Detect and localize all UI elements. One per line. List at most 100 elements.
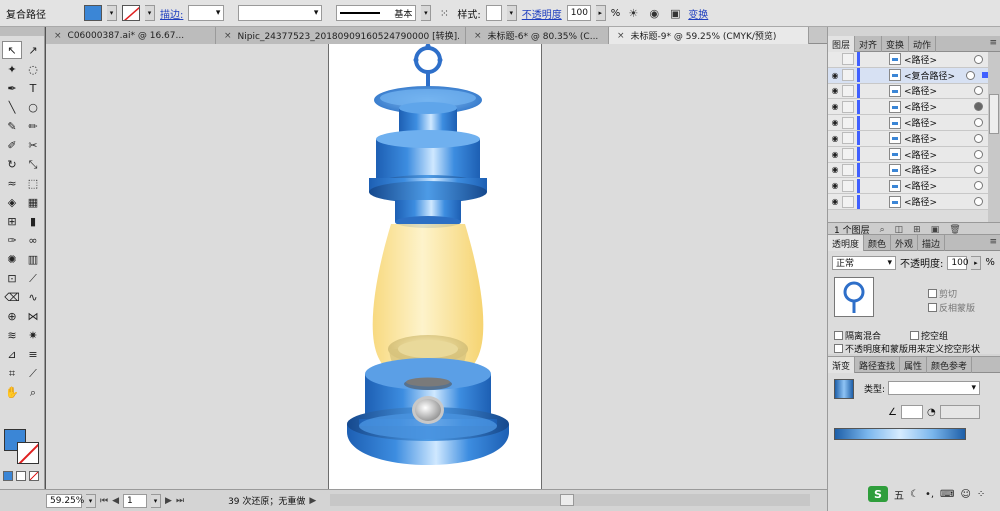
canvas-area[interactable] [46, 44, 827, 490]
chart-tool-icon[interactable]: ≡ [24, 346, 42, 362]
close-tab-icon[interactable]: × [617, 31, 625, 41]
blend-tool-icon[interactable]: ∞ [24, 232, 42, 248]
tab-stroke[interactable]: 描边 [918, 235, 946, 251]
warp-tool-icon[interactable]: ≈ [3, 175, 21, 191]
style-dropdown[interactable]: ▾ [506, 5, 517, 21]
document-setup-icon[interactable]: ☀ [625, 5, 641, 21]
layer-name[interactable]: <路径> [904, 148, 974, 161]
lock-toggle[interactable] [842, 148, 854, 161]
gradient-swatch[interactable] [834, 379, 854, 399]
fill-dropdown[interactable]: ▾ [107, 5, 117, 21]
mask-thumbnail[interactable] [834, 277, 874, 317]
tab-appearance[interactable]: 外观 [891, 235, 919, 251]
target-indicator-icon[interactable] [974, 86, 983, 96]
stroke-link[interactable]: 描边: [160, 6, 183, 21]
lock-toggle[interactable] [842, 84, 854, 97]
opacity-dropdown[interactable]: ▸ [595, 5, 606, 21]
tab-color-guide[interactable]: 颜色参考 [927, 357, 973, 373]
tab-align[interactable]: 对齐 [855, 36, 883, 52]
line-tool-icon[interactable]: ╲ [3, 99, 21, 115]
stroke-none-swatch[interactable] [122, 5, 140, 21]
layer-name[interactable]: <路径> [904, 100, 974, 113]
tab-transform[interactable]: 变换 [882, 36, 910, 52]
panel-menu-icon[interactable]: ≡ [989, 38, 997, 48]
target-indicator-icon[interactable] [974, 181, 983, 191]
new-sublayer-icon[interactable]: ⊞ [913, 225, 921, 235]
grid-icon[interactable]: ⁘ [977, 489, 985, 500]
column-graph-tool-icon[interactable]: ▥ [24, 251, 42, 267]
lantern-knob[interactable] [415, 399, 441, 421]
last-artboard-icon[interactable]: ⏭ [176, 496, 184, 506]
color-mode-icon[interactable] [3, 471, 13, 481]
keyboard-icon[interactable]: ⌨ [940, 489, 954, 500]
variable-width-profile[interactable]: ▾ [238, 5, 323, 21]
symbol-sprayer-tool-icon[interactable]: ✺ [3, 251, 21, 267]
layers-scroll-thumb[interactable] [989, 94, 999, 134]
gradient-mode-icon[interactable] [16, 471, 26, 481]
visibility-eye-icon[interactable]: ◉ [828, 86, 842, 95]
width-tool-icon[interactable]: ⋈ [24, 308, 42, 324]
shape-builder-tool-icon[interactable]: ◈ [3, 194, 21, 210]
eraser-tool-icon[interactable]: ⌫ [3, 289, 21, 305]
panel-menu-icon[interactable]: ≡ [989, 237, 997, 247]
none-mode-icon[interactable] [29, 471, 39, 481]
status-menu-icon[interactable]: ▶ [309, 496, 316, 506]
document-tab[interactable]: × Nipic_24377523_20180909160524790000 [转换… [216, 27, 466, 44]
moon-icon[interactable]: ☾ [910, 489, 919, 500]
layer-row[interactable]: ◉ <路径> [828, 178, 988, 195]
new-layer-icon[interactable]: ▣ [931, 225, 940, 235]
lasso-tool-icon[interactable]: ◌ [24, 61, 42, 77]
angle-field[interactable] [900, 405, 923, 419]
stroke-weight-field[interactable]: ▾ [188, 5, 225, 21]
blob-brush-tool-icon[interactable]: ✐ [3, 137, 21, 153]
tab-color[interactable]: 颜色 [864, 235, 892, 251]
tab-layers[interactable]: 图层 [828, 36, 856, 52]
scissors-tool-icon[interactable]: ✂ [24, 137, 42, 153]
layers-scrollbar[interactable] [988, 52, 1000, 222]
perspective-grid-tool-icon[interactable]: ▦ [24, 194, 42, 210]
locate-object-icon[interactable]: ⌕ [880, 225, 885, 235]
tab-actions[interactable]: 动作 [909, 36, 937, 52]
user-icon[interactable]: ☺ [960, 489, 970, 500]
ellipse-tool-icon[interactable]: ○ [24, 99, 42, 115]
puppet-warp-tool-icon[interactable]: ⊕ [3, 308, 21, 324]
layer-name[interactable]: <复合路径> [904, 69, 966, 82]
artboard-field[interactable]: 1 [123, 493, 148, 508]
lock-toggle[interactable] [842, 116, 854, 129]
document-tab[interactable]: × 未标题-6* @ 80.35% (C... [466, 27, 609, 44]
tab-transparency[interactable]: 透明度 [828, 235, 865, 251]
layer-name[interactable]: <路径> [904, 195, 974, 208]
layer-name[interactable]: <路径> [904, 116, 974, 129]
document-tab[interactable]: × C06000387.ai* @ 16.67... [46, 27, 216, 44]
visibility-eye-icon[interactable]: ◉ [828, 71, 842, 80]
selection-tool-icon[interactable]: ↖ [2, 41, 22, 59]
first-artboard-icon[interactable]: ⏮ [100, 496, 108, 506]
target-indicator-icon[interactable] [974, 118, 983, 128]
rotate-tool-icon[interactable]: ↻ [3, 156, 21, 172]
lock-toggle[interactable] [842, 132, 854, 145]
delete-layer-icon[interactable]: 🗑 [949, 225, 960, 235]
opacity-slider-button[interactable]: ▸ [971, 255, 982, 270]
tools-panel-header[interactable] [0, 27, 44, 36]
zoom-tool-icon[interactable]: ⌕ [24, 384, 42, 400]
visibility-eye-icon[interactable]: ◉ [828, 118, 842, 127]
layer-row[interactable]: ◉ <路径> [828, 130, 988, 147]
zoom-field[interactable]: 59.25% [46, 493, 84, 508]
type-tool-icon[interactable]: T [24, 80, 42, 96]
crop-tool-icon[interactable]: ⌗ [3, 365, 21, 381]
clip-checkbox[interactable]: 剪切 [928, 287, 957, 300]
visibility-eye-icon[interactable]: ◉ [828, 134, 842, 143]
lock-toggle[interactable] [842, 195, 854, 208]
lantern-artwork[interactable] [329, 44, 543, 490]
ime-logo-icon[interactable]: S [868, 486, 888, 502]
horizontal-scrollbar[interactable] [330, 494, 810, 506]
recolor-icon[interactable]: ⁙ [436, 5, 452, 21]
invert-mask-checkbox[interactable]: 反相蒙版 [928, 301, 975, 314]
target-indicator-icon[interactable] [966, 70, 975, 80]
align-icon[interactable]: ▣ [667, 5, 683, 21]
prev-artboard-icon[interactable]: ◀ [112, 496, 119, 506]
visibility-eye-icon[interactable]: ◉ [828, 102, 842, 111]
ime-mode-label[interactable]: 五 [894, 487, 904, 502]
lock-toggle[interactable] [842, 163, 854, 176]
recolor-artwork-icon[interactable]: ◉ [646, 5, 662, 21]
